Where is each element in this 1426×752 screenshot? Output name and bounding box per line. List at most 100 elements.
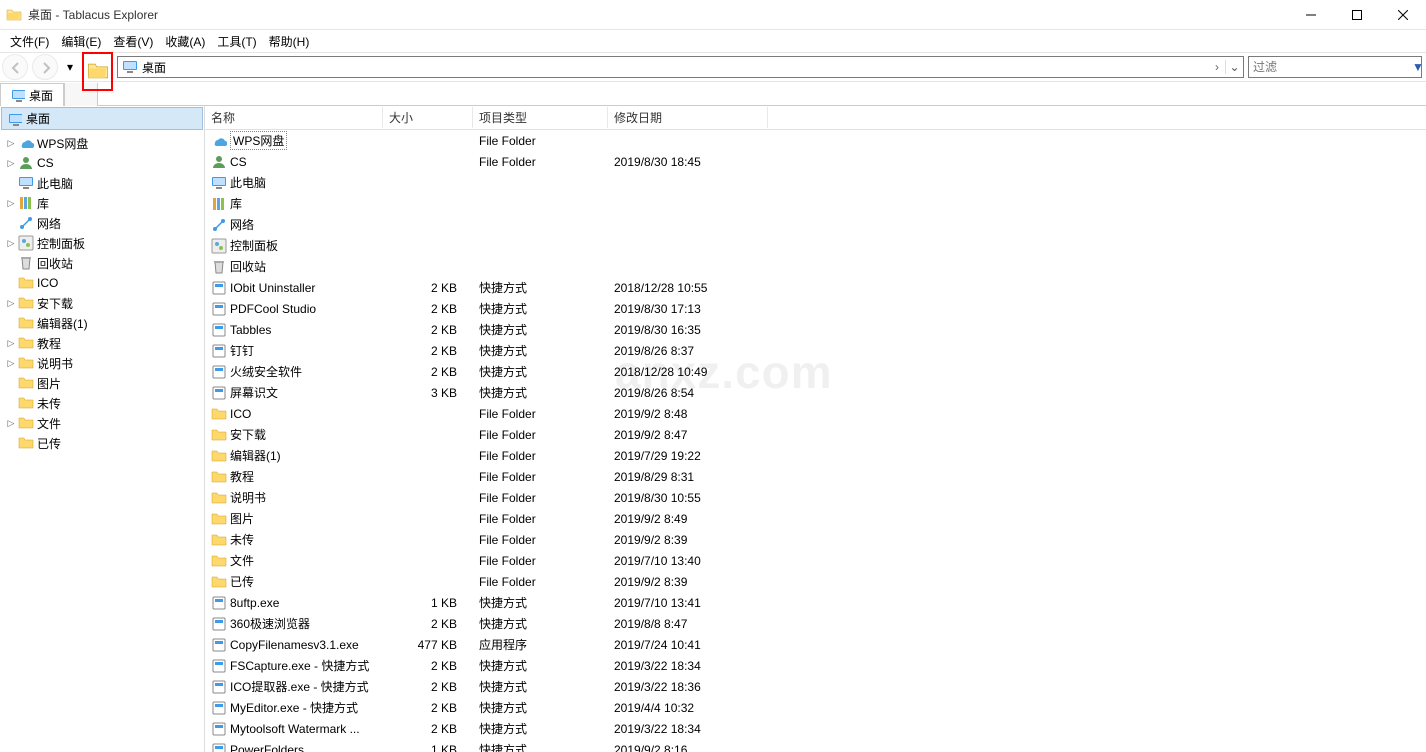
forward-button[interactable]: [32, 54, 58, 80]
minimize-button[interactable]: [1288, 0, 1334, 30]
filter-input[interactable]: [1249, 60, 1412, 74]
file-rows[interactable]: WPS网盘File FolderCSFile Folder2019/8/30 1…: [205, 130, 1426, 752]
address-dropdown[interactable]: ⌄: [1225, 60, 1243, 74]
file-row[interactable]: IObit Uninstaller2 KB快捷方式2018/12/28 10:5…: [205, 277, 1426, 298]
tree-twisty[interactable]: ▷: [4, 338, 18, 349]
column-type[interactable]: 项目类型: [473, 107, 608, 128]
file-row[interactable]: 火绒安全软件2 KB快捷方式2018/12/28 10:49: [205, 361, 1426, 382]
tree-item[interactable]: ▷文件: [0, 413, 204, 433]
file-size: 2 KB: [383, 680, 473, 694]
column-size[interactable]: 大小: [383, 107, 473, 128]
app-icon: [211, 322, 227, 338]
menu-tools[interactable]: 工具(T): [211, 31, 262, 52]
history-dropdown[interactable]: ▾: [60, 54, 80, 80]
file-row[interactable]: 文件File Folder2019/7/10 13:40: [205, 550, 1426, 571]
file-row[interactable]: 编辑器(1)File Folder2019/7/29 19:22: [205, 445, 1426, 466]
back-button[interactable]: [2, 54, 28, 80]
pc-icon: [211, 175, 227, 191]
tree-twisty[interactable]: ▷: [4, 198, 18, 209]
file-size: 2 KB: [383, 302, 473, 316]
file-type: 快捷方式: [473, 678, 608, 695]
tree-item[interactable]: ▷CS: [0, 153, 204, 173]
tree-twisty[interactable]: ▷: [4, 158, 18, 169]
filter-icon[interactable]: ▼: [1412, 60, 1424, 74]
close-button[interactable]: [1380, 0, 1426, 30]
tree-twisty[interactable]: ▷: [4, 358, 18, 369]
tree-twisty[interactable]: ▷: [4, 238, 18, 249]
tree-item[interactable]: ▷库: [0, 193, 204, 213]
app-icon: [211, 280, 227, 296]
menu-favorites[interactable]: 收藏(A): [159, 31, 211, 52]
menu-edit[interactable]: 编辑(E): [55, 31, 107, 52]
file-row[interactable]: WPS网盘File Folder: [205, 130, 1426, 151]
file-name: 屏幕识文: [230, 384, 278, 401]
tree-item[interactable]: 未传: [0, 393, 204, 413]
tree-item[interactable]: ▷控制面板: [0, 233, 204, 253]
menu-view[interactable]: 查看(V): [107, 31, 159, 52]
address-path[interactable]: 桌面: [142, 59, 1209, 76]
file-row[interactable]: 控制面板: [205, 235, 1426, 256]
tree-item[interactable]: 编辑器(1): [0, 313, 204, 333]
bin-icon: [211, 259, 227, 275]
tree-item[interactable]: ICO: [0, 273, 204, 293]
file-size: 2 KB: [383, 323, 473, 337]
file-row[interactable]: 库: [205, 193, 1426, 214]
file-row[interactable]: PDFCool Studio2 KB快捷方式2019/8/30 17:13: [205, 298, 1426, 319]
file-row[interactable]: Tabbles2 KB快捷方式2019/8/30 16:35: [205, 319, 1426, 340]
file-row[interactable]: 说明书File Folder2019/8/30 10:55: [205, 487, 1426, 508]
tree-twisty[interactable]: ▷: [4, 418, 18, 429]
file-row[interactable]: 已传File Folder2019/9/2 8:39: [205, 571, 1426, 592]
file-row[interactable]: 360极速浏览器2 KB快捷方式2019/8/8 8:47: [205, 613, 1426, 634]
tree-item[interactable]: 网络: [0, 213, 204, 233]
tree-item[interactable]: ▷安下载: [0, 293, 204, 313]
cloud-icon: [18, 135, 34, 151]
file-row[interactable]: Mytoolsoft Watermark ...2 KB快捷方式2019/3/2…: [205, 718, 1426, 739]
folder-icon: [18, 275, 34, 291]
filter-box[interactable]: ▼: [1248, 56, 1422, 78]
file-row[interactable]: 未传File Folder2019/9/2 8:39: [205, 529, 1426, 550]
folder-icon: [211, 427, 227, 443]
file-type: File Folder: [473, 407, 608, 421]
tree-item[interactable]: 已传: [0, 433, 204, 453]
tree-twisty[interactable]: ▷: [4, 138, 18, 149]
file-row[interactable]: 屏幕识文3 KB快捷方式2019/8/26 8:54: [205, 382, 1426, 403]
file-row[interactable]: FSCapture.exe - 快捷方式2 KB快捷方式2019/3/22 18…: [205, 655, 1426, 676]
tree-item[interactable]: ▷说明书: [0, 353, 204, 373]
file-row[interactable]: 安下载File Folder2019/9/2 8:47: [205, 424, 1426, 445]
file-row[interactable]: CSFile Folder2019/8/30 18:45: [205, 151, 1426, 172]
file-row[interactable]: ICOFile Folder2019/9/2 8:48: [205, 403, 1426, 424]
file-row[interactable]: 回收站: [205, 256, 1426, 277]
tree-item[interactable]: 此电脑: [0, 173, 204, 193]
address-bar[interactable]: 桌面 › ⌄: [117, 56, 1244, 78]
file-row[interactable]: MyEditor.exe - 快捷方式2 KB快捷方式2019/4/4 10:3…: [205, 697, 1426, 718]
up-folder-button-highlighted[interactable]: [82, 52, 113, 91]
file-row[interactable]: 网络: [205, 214, 1426, 235]
address-separator[interactable]: ›: [1209, 60, 1225, 74]
file-type: 快捷方式: [473, 741, 608, 752]
file-row[interactable]: 钉钉2 KB快捷方式2019/8/26 8:37: [205, 340, 1426, 361]
file-date: 2019/8/26 8:37: [608, 344, 768, 358]
sidebar-header[interactable]: 桌面: [1, 107, 203, 130]
folder-tree[interactable]: ▷WPS网盘▷CS此电脑▷库网络▷控制面板回收站ICO▷安下载编辑器(1)▷教程…: [0, 131, 204, 752]
file-date: 2019/3/22 18:34: [608, 722, 768, 736]
file-row[interactable]: CopyFilenamesv3.1.exe477 KB应用程序2019/7/24…: [205, 634, 1426, 655]
file-row[interactable]: 图片File Folder2019/9/2 8:49: [205, 508, 1426, 529]
file-row[interactable]: 教程File Folder2019/8/29 8:31: [205, 466, 1426, 487]
maximize-button[interactable]: [1334, 0, 1380, 30]
file-type: 快捷方式: [473, 384, 608, 401]
tree-item[interactable]: ▷WPS网盘: [0, 133, 204, 153]
file-row[interactable]: 8uftp.exe1 KB快捷方式2019/7/10 13:41: [205, 592, 1426, 613]
file-date: 2019/9/2 8:39: [608, 575, 768, 589]
tree-item[interactable]: 图片: [0, 373, 204, 393]
tab-desktop[interactable]: 桌面: [0, 83, 64, 106]
tree-item[interactable]: 回收站: [0, 253, 204, 273]
tree-item[interactable]: ▷教程: [0, 333, 204, 353]
file-row[interactable]: ICO提取器.exe - 快捷方式2 KB快捷方式2019/3/22 18:36: [205, 676, 1426, 697]
menu-help[interactable]: 帮助(H): [263, 31, 316, 52]
column-name[interactable]: 名称: [205, 107, 383, 128]
column-date[interactable]: 修改日期: [608, 107, 768, 128]
file-row[interactable]: PowerFolders1 KB快捷方式2019/9/2 8:16: [205, 739, 1426, 752]
tree-twisty[interactable]: ▷: [4, 298, 18, 309]
menu-file[interactable]: 文件(F): [4, 31, 55, 52]
file-row[interactable]: 此电脑: [205, 172, 1426, 193]
